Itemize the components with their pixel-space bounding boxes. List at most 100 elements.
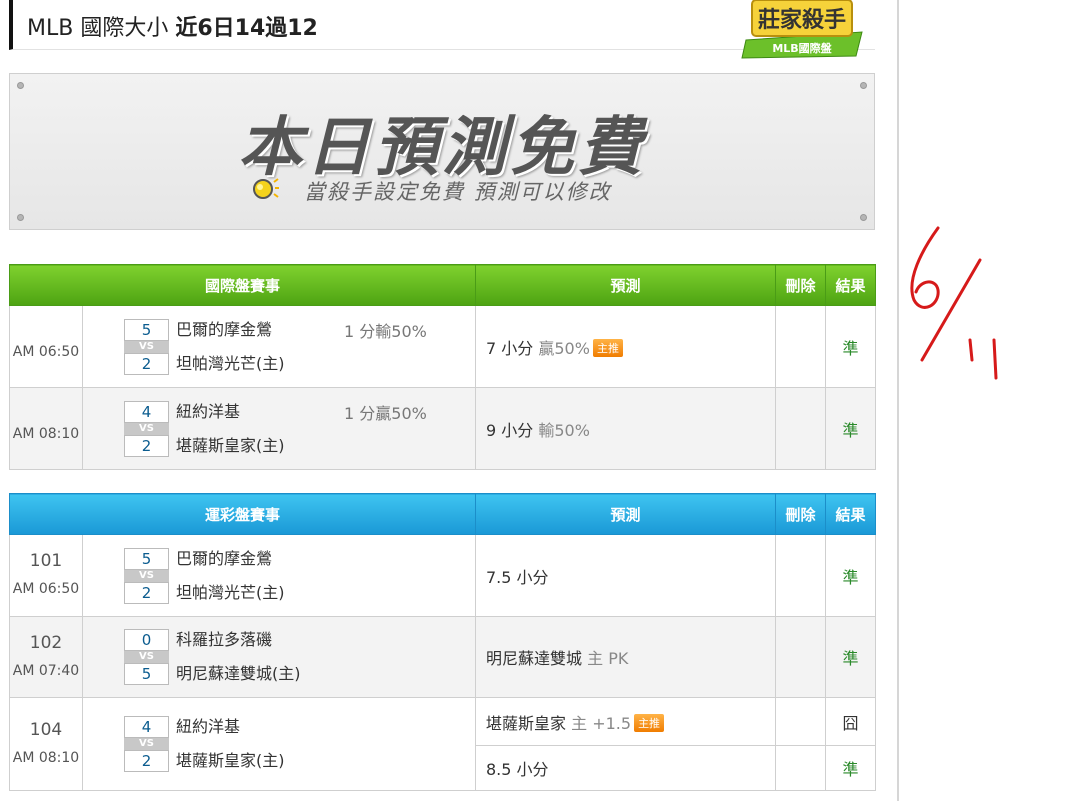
delete-cell bbox=[775, 697, 826, 746]
table-header-row: 運彩盤賽事 預測 刪除 結果 bbox=[9, 493, 876, 535]
home-team: 坦帕灣光芒(主) bbox=[176, 353, 285, 373]
home-score: 5 bbox=[124, 663, 169, 685]
col-header-prediction: 預測 bbox=[475, 493, 776, 535]
away-team: 巴爾的摩金鶯 bbox=[176, 548, 273, 568]
game-time: AM 08:10 bbox=[12, 750, 80, 766]
away-score: 4 bbox=[124, 716, 169, 738]
away-score: 5 bbox=[124, 318, 169, 341]
col-header-delete: 刪除 bbox=[775, 264, 826, 306]
away-team: 巴爾的摩金鶯 bbox=[176, 319, 273, 339]
delete-cell bbox=[775, 387, 826, 470]
away-score: 0 bbox=[124, 629, 169, 651]
home-score: 2 bbox=[124, 352, 169, 375]
prediction-cell: 明尼蘇達雙城 主 PK bbox=[475, 616, 776, 698]
game-number: 104 bbox=[29, 720, 63, 740]
game-time: AM 06:50 bbox=[12, 581, 80, 597]
teams: 巴爾的摩金鶯 坦帕灣光芒(主) bbox=[176, 313, 285, 381]
result-cell: 囧 bbox=[825, 697, 876, 746]
result-cell: 準 bbox=[825, 305, 876, 388]
table-header-row: 國際盤賽事 預測 刪除 結果 bbox=[9, 264, 876, 306]
top-pick-badge: 主推 bbox=[634, 713, 665, 732]
table-row: AM 08:10 4 VS 2 紐約洋基 堪薩斯皇家(主) 1 分贏50% 9 … bbox=[9, 387, 876, 470]
page-divider bbox=[897, 0, 899, 801]
banner-headline: 本日預測免費 bbox=[238, 111, 646, 185]
away-team: 紐約洋基 bbox=[176, 401, 241, 421]
home-score: 2 bbox=[124, 750, 169, 772]
home-team: 堪薩斯皇家(主) bbox=[176, 435, 285, 455]
table-row: 101 AM 06:50 5 VS 2 巴爾的摩金鶯 坦帕灣光芒(主) 7.5 … bbox=[9, 534, 876, 617]
result-cell: 準 bbox=[825, 387, 876, 470]
col-header-result: 結果 bbox=[825, 493, 876, 535]
screw-icon bbox=[17, 82, 24, 89]
teams: 紐約洋基 堪薩斯皇家(主) bbox=[176, 395, 285, 463]
free-prediction-banner: 本日預測免費 當殺手設定免費 預測可以修改 bbox=[9, 73, 875, 230]
prediction-cell: 7 小分 贏50% 主推 bbox=[475, 305, 776, 388]
game-time: AM 07:40 bbox=[12, 663, 80, 679]
home-team: 坦帕灣光芒(主) bbox=[176, 582, 285, 602]
logo-text-bottom: MLB國際盤 bbox=[772, 41, 832, 55]
prediction-cell: 7.5 小分 bbox=[475, 534, 776, 617]
delete-cell bbox=[775, 305, 826, 388]
col-header-prediction: 預測 bbox=[475, 264, 776, 306]
col-header-game: 運彩盤賽事 bbox=[9, 493, 476, 535]
scorebox: 4 VS 2 bbox=[124, 400, 169, 457]
table-row: 102 AM 07:40 0 VS 5 科羅拉多落磯 明尼蘇達雙城(主) 明尼蘇… bbox=[9, 616, 876, 698]
result-cell: 準 bbox=[825, 534, 876, 617]
delete-cell bbox=[775, 745, 826, 791]
delete-cell bbox=[775, 534, 826, 617]
game-number: 101 bbox=[29, 551, 63, 571]
table-row: AM 06:50 5 VS 2 巴爾的摩金鶯 坦帕灣光芒(主) 1 分輸50% … bbox=[9, 305, 876, 388]
teams: 巴爾的摩金鶯 坦帕灣光芒(主) bbox=[176, 542, 285, 610]
away-score: 5 bbox=[124, 547, 169, 570]
game-number-time: 102 AM 07:40 bbox=[10, 633, 82, 679]
scorebox: 0 VS 5 bbox=[124, 629, 169, 685]
banner-subline: 當殺手設定免費 預測可以修改 bbox=[304, 180, 612, 204]
teams: 科羅拉多落磯 明尼蘇達雙城(主) bbox=[176, 623, 301, 691]
handwritten-annotation bbox=[910, 226, 998, 380]
prediction-cell: 9 小分 輸50% bbox=[475, 387, 776, 470]
screw-icon bbox=[17, 214, 24, 221]
scorebox: 5 VS 2 bbox=[124, 318, 169, 375]
intl-games-table: 國際盤賽事 預測 刪除 結果 AM 06:50 5 VS 2 巴爾的摩金鶯 坦帕… bbox=[9, 264, 876, 470]
delete-cell bbox=[775, 616, 826, 698]
match-cell: AM 08:10 4 VS 2 紐約洋基 堪薩斯皇家(主) 1 分贏50% bbox=[9, 387, 476, 470]
teams: 紐約洋基 堪薩斯皇家(主) bbox=[176, 710, 285, 778]
record-summary: 近6日14過12 bbox=[175, 16, 318, 41]
result-cell: 準 bbox=[825, 616, 876, 698]
logo-text-top: 莊家殺手 bbox=[758, 7, 846, 33]
col-header-result: 結果 bbox=[825, 264, 876, 306]
game-time: AM 08:10 bbox=[12, 426, 80, 442]
home-team: 堪薩斯皇家(主) bbox=[176, 751, 285, 770]
top-pick-badge: 主推 bbox=[592, 338, 623, 357]
home-team: 明尼蘇達雙城(主) bbox=[176, 664, 301, 683]
away-team: 科羅拉多落磯 bbox=[176, 630, 273, 649]
result-cell: 準 bbox=[825, 745, 876, 791]
banker-killer-logo: 莊家殺手 MLB國際盤 bbox=[741, 0, 863, 59]
game-number-time: 104 AM 08:10 bbox=[10, 720, 82, 766]
lightbulb-icon bbox=[253, 178, 279, 199]
home-score: 2 bbox=[124, 434, 169, 457]
prediction-cell: 堪薩斯皇家 主 +1.5 主推 bbox=[475, 697, 776, 746]
match-cell: 104 AM 08:10 4 VS 2 紐約洋基 堪薩斯皇家(主) bbox=[9, 697, 476, 791]
col-header-delete: 刪除 bbox=[775, 493, 826, 535]
match-cell: AM 06:50 5 VS 2 巴爾的摩金鶯 坦帕灣光芒(主) 1 分輸50% bbox=[9, 305, 476, 388]
match-cell: 101 AM 06:50 5 VS 2 巴爾的摩金鶯 坦帕灣光芒(主) bbox=[9, 534, 476, 617]
handicap-line: 1 分輸50% bbox=[344, 322, 427, 341]
game-time: AM 06:50 bbox=[12, 344, 80, 360]
screw-icon bbox=[860, 82, 867, 89]
table-row: 104 AM 08:10 4 VS 2 紐約洋基 堪薩斯皇家(主) 堪薩斯皇家 … bbox=[9, 697, 876, 791]
handicap-line: 1 分贏50% bbox=[344, 404, 427, 423]
screw-icon bbox=[860, 214, 867, 221]
sports-lottery-table: 運彩盤賽事 預測 刪除 結果 101 AM 06:50 5 VS 2 巴爾的摩金… bbox=[9, 493, 876, 791]
page-title: MLB 國際大小 近6日14過12 bbox=[27, 16, 318, 41]
home-score: 2 bbox=[124, 581, 169, 604]
prediction-cell: 8.5 小分 bbox=[475, 745, 776, 791]
match-cell: 102 AM 07:40 0 VS 5 科羅拉多落磯 明尼蘇達雙城(主) bbox=[9, 616, 476, 698]
col-header-game: 國際盤賽事 bbox=[9, 264, 476, 306]
scorebox: 4 VS 2 bbox=[124, 716, 169, 772]
away-team: 紐約洋基 bbox=[176, 717, 241, 736]
scorebox: 5 VS 2 bbox=[124, 547, 169, 604]
away-score: 4 bbox=[124, 400, 169, 423]
game-number-time: 101 AM 06:50 bbox=[10, 551, 82, 597]
game-number: 102 bbox=[29, 633, 63, 653]
